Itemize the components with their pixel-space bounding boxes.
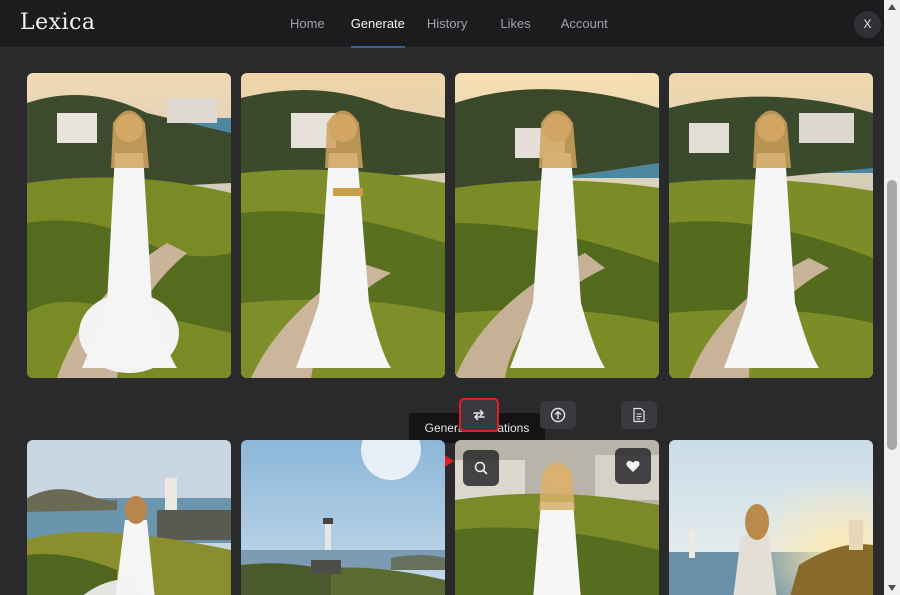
nav-likes[interactable]: Likes: [500, 0, 530, 48]
scroll-thumb[interactable]: [887, 180, 897, 450]
scroll-down-arrow-icon[interactable]: [884, 581, 900, 595]
heart-icon: [626, 460, 640, 472]
main-nav: Home Generate History Likes Account: [277, 0, 608, 48]
like-button[interactable]: [615, 448, 651, 484]
coastal-woman-image: [669, 73, 873, 378]
generated-image-6[interactable]: [241, 440, 445, 595]
generated-image-1[interactable]: [27, 73, 231, 378]
generate-results: Generate variations: [0, 48, 884, 595]
lexica-logo[interactable]: Lexica: [20, 10, 96, 35]
generated-image-4[interactable]: [669, 73, 873, 378]
generate-variations-button[interactable]: [459, 398, 499, 432]
repeat-arrows-icon: [473, 409, 485, 421]
woman-back-view-image: [27, 440, 231, 595]
generated-image-3[interactable]: [455, 73, 659, 378]
generated-image-8[interactable]: [669, 440, 873, 595]
upscale-button[interactable]: [540, 401, 576, 429]
coastal-woman-image: [455, 73, 659, 378]
nav-home[interactable]: Home: [290, 0, 325, 48]
nav-generate[interactable]: Generate: [350, 0, 406, 48]
nav-history[interactable]: History: [427, 0, 467, 48]
copy-prompt-button[interactable]: [621, 401, 657, 429]
search-icon: [474, 461, 488, 475]
generated-image-5[interactable]: [27, 440, 231, 595]
sunset-coast-woman-image: [669, 440, 873, 595]
close-button[interactable]: X: [854, 11, 881, 38]
vertical-scrollbar[interactable]: [884, 0, 900, 595]
lighthouse-landscape-image: [241, 440, 445, 595]
scroll-up-arrow-icon[interactable]: [884, 0, 900, 14]
nav-account[interactable]: Account: [561, 0, 608, 48]
document-icon: [633, 407, 645, 423]
generated-image-2[interactable]: [241, 73, 445, 378]
coastal-woman-image: [241, 73, 445, 378]
top-bar: Lexica Home Generate History Likes Accou…: [0, 0, 884, 48]
arrow-up-circle-icon: [550, 407, 566, 423]
zoom-button[interactable]: [463, 450, 499, 486]
coastal-woman-image: [27, 73, 231, 378]
